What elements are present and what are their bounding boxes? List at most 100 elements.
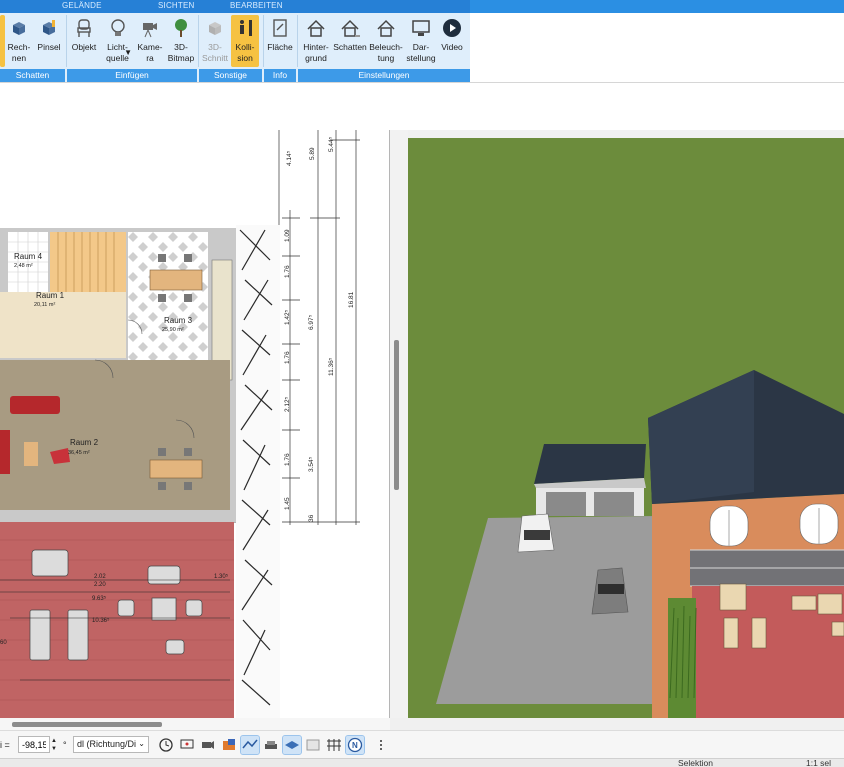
screen-person-icon[interactable] [178,736,196,754]
furniture-icon[interactable] [262,736,280,754]
angle-label: i = [0,740,10,750]
app-window: GELÄNDE SICHTEN BEARBEITEN Rech- nen Pin… [0,0,844,767]
status-scale: 1:1 sel [806,758,832,767]
group-separator [66,15,67,67]
kollision-button[interactable]: Kolli- sion [231,15,259,67]
room-4-name: Raum 4 [14,252,43,261]
play-icon [443,19,461,37]
horizontal-scrollbar[interactable] [0,718,390,730]
rechnen-label: Rech- nen [7,42,31,63]
sofa[interactable] [10,396,60,414]
area-info-icon [273,19,287,37]
room-1-floor [0,292,126,358]
ribbon: Rech- nen Pinsel Objekt Licht- quelle ▼ … [0,13,470,82]
angle-input[interactable] [18,736,50,753]
beleuchtung-button[interactable]: Beleuch- tung [368,15,404,67]
bottom-toolbar: i = ▲▼ ° dl (Richtung/Di ⌄ N [0,730,844,758]
vertical-scrollbar[interactable] [390,130,408,718]
ribbon-tab-strip: GELÄNDE SICHTEN BEARBEITEN [0,0,844,13]
darstellung-button[interactable]: Dar- stellung [405,15,437,67]
dim-label: 1.45 [284,497,291,510]
armchair[interactable] [0,430,10,474]
direction-dropdown[interactable]: dl (Richtung/Di ⌄ [73,736,149,753]
3d-bitmap-button[interactable]: 3D- Bitmap [166,15,196,67]
dim-label: 16.81 [348,291,355,308]
floor-plan-view[interactable]: 4.14⁵ 5.89 5.44⁵ 1.09 1.76 1.42⁵ 1.76 2.… [0,130,390,718]
house-lighting-icon [377,19,395,37]
3d-bitmap-label: 3D- Bitmap [167,42,195,63]
dim-label: 2.02 [94,574,106,580]
room-3-area: 25,90 m² [162,327,184,333]
hintergrund-button[interactable]: Hinter- grund [299,15,333,67]
monitor-icon [412,20,430,36]
video-button[interactable]: Video [437,15,467,67]
dim-label: 60 [0,640,7,646]
horizontal-scroll-thumb[interactable] [12,722,162,727]
table-2[interactable] [149,459,203,479]
tab-sichten[interactable]: SICHTEN [158,1,195,10]
workspace-header [0,82,844,130]
cube-calc-icon [13,22,25,35]
dim-label: 5.89 [309,147,316,160]
schatten-label: Schatten [333,42,367,52]
direction-value: dl (Richtung/Di [77,739,137,749]
side-table[interactable] [24,442,38,466]
room-4-area: 2,48 m² [14,263,33,269]
video-label: Video [441,42,463,52]
3d-view[interactable] [408,138,844,718]
dim-label: 4.14⁵ [286,150,293,166]
lichtquelle-button[interactable]: Licht- quelle ▼ [101,15,134,67]
room-3-name: Raum 3 [164,316,193,325]
chevron-down-icon[interactable]: ▼ [124,47,132,58]
flaeche-button[interactable]: Fläche [265,15,295,67]
dim-label: 1.76 [284,453,291,466]
objekt-label: Objekt [71,42,97,52]
status-mode: Selektion [678,758,713,767]
dim-label: 9.63⁵ [92,595,107,602]
floor-plan-canvas[interactable]: 4.14⁵ 5.89 5.44⁵ 1.09 1.76 1.42⁵ 1.76 2.… [0,130,390,718]
rechnen-button[interactable]: Rech- nen [6,15,32,67]
shadow-active-button[interactable] [0,15,5,67]
group-schatten: Schatten [0,69,65,82]
3d-schnitt-label: 3D- Schnitt [202,42,228,63]
group-separator [263,15,264,67]
beleuchtung-label: Beleuch- tung [369,42,403,63]
group-separator [198,15,199,67]
clock-icon[interactable] [157,736,175,754]
dim-label: 2.12⁵ [284,396,291,412]
tab-bearbeiten[interactable]: BEARBEITEN [230,1,283,10]
tab-gelaende[interactable]: GELÄNDE [62,1,102,10]
north-icon[interactable]: N [345,735,365,755]
tree-icon [175,19,187,37]
pinsel-label: Pinsel [37,42,61,52]
camera-path-icon[interactable] [199,736,217,754]
section-cut-icon [209,22,221,35]
walls-color-icon[interactable] [220,736,238,754]
group-einfuegen: Einfügen [67,69,197,82]
kamera-button[interactable]: Kame- ra [135,15,165,67]
car-white[interactable] [517,513,555,553]
dim-label: 1.76 [284,265,291,278]
dim-label: 1.09 [284,229,291,242]
dim-label: 1.30⁵ [214,573,229,580]
objekt-button[interactable]: Objekt [68,15,100,67]
3d-scene[interactable] [408,138,844,718]
vertical-scroll-thumb[interactable] [394,340,399,490]
schatten-button[interactable]: Schatten [333,15,367,67]
hintergrund-label: Hinter- grund [303,42,329,63]
room-2-name: Raum 2 [70,438,99,447]
dim-label: 11.36⁵ [328,357,335,376]
texture-icon[interactable] [304,736,322,754]
more-options-icon[interactable] [372,736,390,754]
roof-view-icon[interactable] [240,735,260,755]
3d-schnitt-button[interactable]: 3D- Schnitt [200,15,230,67]
spinner-icon[interactable]: ▲ ▼ [51,737,60,753]
chevron-down-icon: ⌄ [138,739,145,748]
pinsel-button[interactable]: Pinsel [34,15,64,67]
layer-icon[interactable] [282,735,302,755]
chair-icon [77,19,91,37]
car-grey[interactable] [591,567,629,615]
grid-icon[interactable] [325,736,343,754]
group-einstellungen: Einstellungen [298,69,470,82]
dining-table[interactable] [149,269,203,291]
